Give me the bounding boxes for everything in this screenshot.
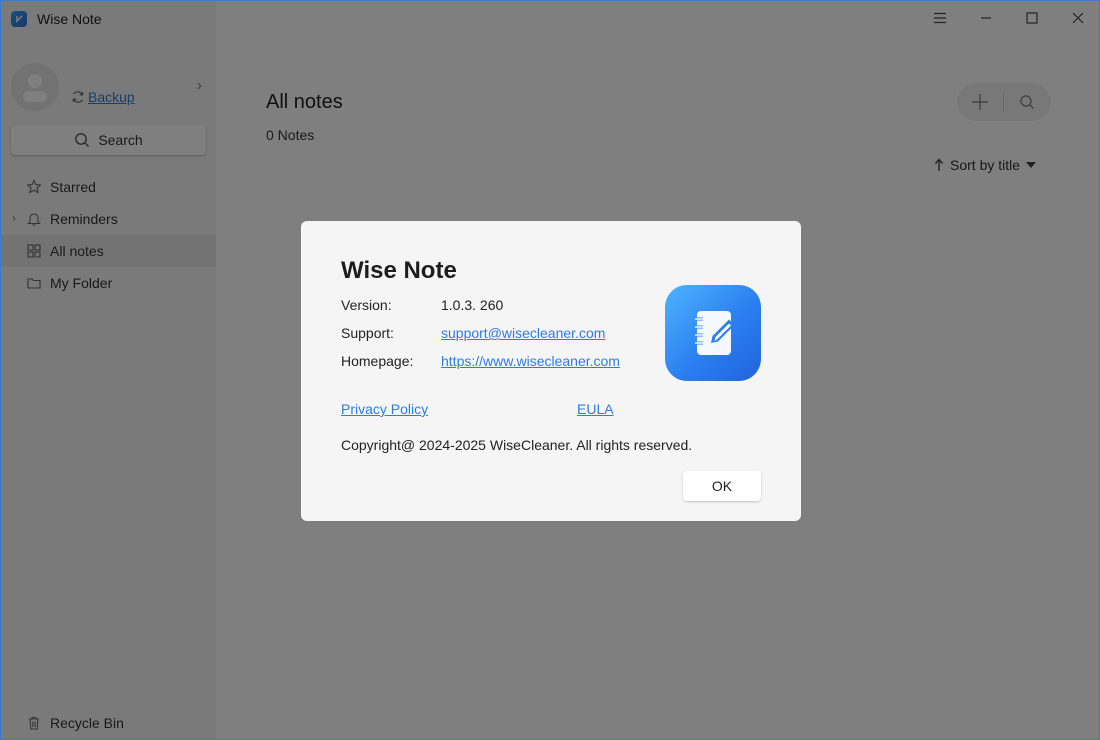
dialog-title: Wise Note: [341, 257, 457, 284]
support-email-link[interactable]: support@wisecleaner.com: [441, 325, 605, 341]
support-row: Support: support@wisecleaner.com: [341, 325, 605, 341]
app-window: Wise Note Backup ›: [0, 0, 1100, 740]
version-label: Version:: [341, 297, 392, 313]
copyright-text: Copyright@ 2024-2025 WiseCleaner. All ri…: [341, 437, 693, 453]
ok-button[interactable]: OK: [683, 471, 761, 501]
version-row: Version: 1.0.3. 260: [341, 297, 503, 313]
about-dialog: Wise Note Version: 1.0.3. 260 Support: s…: [301, 221, 801, 521]
homepage-link[interactable]: https://www.wisecleaner.com: [441, 353, 620, 369]
version-value: 1.0.3. 260: [441, 297, 504, 313]
privacy-policy-link[interactable]: Privacy Policy: [341, 401, 428, 417]
support-label: Support:: [341, 325, 394, 341]
eula-link[interactable]: EULA: [577, 401, 614, 417]
homepage-row: Homepage: https://www.wisecleaner.com: [341, 353, 620, 369]
wise-note-logo-icon: [665, 285, 761, 381]
homepage-label: Homepage:: [341, 353, 414, 369]
